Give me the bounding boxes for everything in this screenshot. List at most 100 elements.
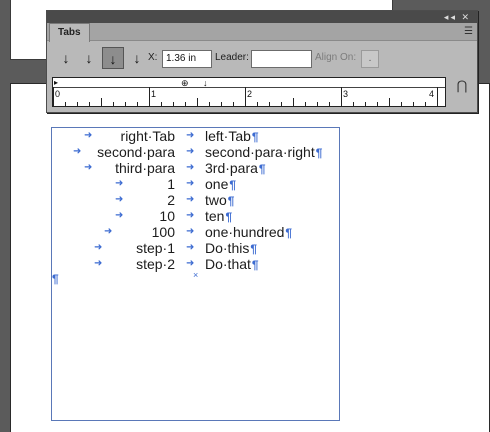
align-on-field[interactable]: . [361,50,379,68]
ruler-number: 1 [151,89,157,99]
tab-character-icon: ➜ [115,210,124,221]
ruler-number: 0 [55,89,61,99]
align-to-decimal-tab-button[interactable]: ↓ [126,47,148,69]
leader-field[interactable] [251,50,312,68]
ruler-tick [305,102,306,106]
tab-ruler[interactable]: ▸ ⊕ ↓ 0 1 2 3 4 [52,77,446,107]
ruler-tick [113,102,114,106]
text-row[interactable]: ➜ right·Tab ➜ left·Tab¶ [52,128,339,144]
right-aligned-text: 2 [167,192,175,208]
tab-character-icon: ➜ [186,242,195,253]
ruler-tick [413,102,414,106]
tab-character-icon: ➜ [104,226,113,237]
ruler-tick [173,102,174,106]
tab-character-icon: ➜ [115,194,124,205]
paragraph-mark-icon: ¶ [285,226,293,240]
ruler-tick [377,102,378,106]
left-aligned-text: Do·this [205,240,250,256]
paragraph-mark-icon: ¶ [250,242,258,256]
ruler-tick [185,102,186,106]
tabs-toolbar: ↓ ↓ ↓ ↓ X: 1.36 in Leader: Align On: . [47,43,477,73]
ruler-tick [89,102,90,106]
leader-label: Leader: [215,52,249,63]
panel-menu-icon[interactable]: ☰ [464,25,473,39]
ruler-tick [281,102,282,106]
ruler-tick [125,102,126,106]
ruler-tick [65,102,66,106]
paragraph-mark-icon: ¶ [227,194,235,208]
right-aligned-text: third·para [115,160,175,176]
ruler-tick [197,98,198,106]
center-justified-tab-button[interactable]: ↓ [78,47,100,69]
x-label: X: [148,52,158,63]
panel-titlebar[interactable]: ◂◂ ✕ [47,11,477,23]
ruler-tick [245,87,246,106]
right-aligned-text: 10 [159,208,175,224]
tab-character-icon: ➜ [186,210,195,221]
paragraph-mark-icon: ¶ [258,162,266,176]
ruler-tick [317,102,318,106]
tab-stop-strip[interactable]: ▸ ⊕ ↓ [53,78,445,88]
position-panel-above-frame-icon[interactable]: ⋂ [455,79,469,93]
ruler-tick [341,87,342,106]
ruler-tick [233,102,234,106]
align-on-label: Align On: [315,52,357,63]
text-row[interactable]: ➜ 100 ➜ one·hundred¶ [52,224,339,240]
text-row[interactable]: ➜ second·para ➜ second·para·right¶ [52,144,339,160]
left-aligned-text: ten [205,208,225,224]
decimal-tab-icon: ↓ [133,50,141,66]
paragraph-mark-icon: ¶ [315,146,323,160]
left-aligned-text: two [205,192,227,208]
right-tab-stop-marker[interactable]: ⊕ [181,78,189,88]
left-aligned-text: Do·that [205,256,251,272]
left-aligned-text: left·Tab [205,128,251,144]
ruler-tick [437,87,438,106]
paragraph-mark-icon: ¶ [251,258,259,272]
text-frame[interactable]: ➜ right·Tab ➜ left·Tab¶ ➜ second·para ➜ second·… [51,127,340,421]
tab-character-icon: ➜ [186,226,195,237]
panel-tab-strip: Tabs ☰ [47,23,477,42]
tab-character-icon: ➜ [84,162,93,173]
ruler-tick [293,98,294,106]
ruler-tick [269,102,270,106]
ruler-number: 4 [429,89,435,99]
text-row[interactable]: ➜ step·1 ➜ Do·this¶ [52,240,339,256]
ruler-tick [425,102,426,106]
text-row[interactable]: ➜ 10 ➜ ten¶ [52,208,339,224]
x-position-field[interactable]: 1.36 in [162,50,212,68]
left-justified-tab-button[interactable]: ↓ [55,47,77,69]
ruler-tick [365,102,366,106]
ruler-tick [101,98,102,106]
tab-character-icon: ➜ [186,162,195,173]
text-row[interactable]: ➜ 1 ➜ one¶ [52,176,339,192]
tab-character-icon: ➜ [186,130,195,141]
ruler-number: 3 [343,89,349,99]
ruler-tick [149,87,150,106]
right-aligned-text: right·Tab [120,128,175,144]
paragraph-mark-icon: ¶ [229,178,237,192]
tab-character-icon: ➜ [94,242,103,253]
ruler-tick [353,102,354,106]
right-tab-icon: ↓ [109,51,117,67]
right-aligned-text: second·para [97,144,175,160]
tabs-panel: ◂◂ ✕ Tabs ☰ ↓ ↓ ↓ ↓ X: 1.36 in Leader: A… [46,10,478,113]
ruler-tick [77,102,78,106]
panel-window-controls[interactable]: ◂◂ ✕ [444,11,471,23]
left-tab-icon: ↓ [62,50,70,66]
right-aligned-text: step·1 [136,240,175,256]
tab-character-icon: ➜ [73,146,82,157]
paragraph-mark-icon: ¶ [251,130,259,144]
ruler-tick [401,102,402,106]
right-justified-tab-button[interactable]: ↓ [102,47,124,69]
ruler-tick [257,102,258,106]
ruler-tick [161,102,162,106]
tab-character-icon: ➜ [94,258,103,269]
tab-character-icon: ➜ [115,178,124,189]
indent-marker[interactable]: ▸ [54,79,58,87]
tab-tabs[interactable]: Tabs [49,23,90,42]
right-aligned-text: 1 [167,176,175,192]
tab-character-icon: ➜ [186,178,195,189]
left-tab-stop-marker[interactable]: ↓ [203,78,208,88]
text-row[interactable]: ➜ 2 ➜ two¶ [52,192,339,208]
text-row[interactable]: ➜ third·para ➜ 3rd·para¶ [52,160,339,176]
